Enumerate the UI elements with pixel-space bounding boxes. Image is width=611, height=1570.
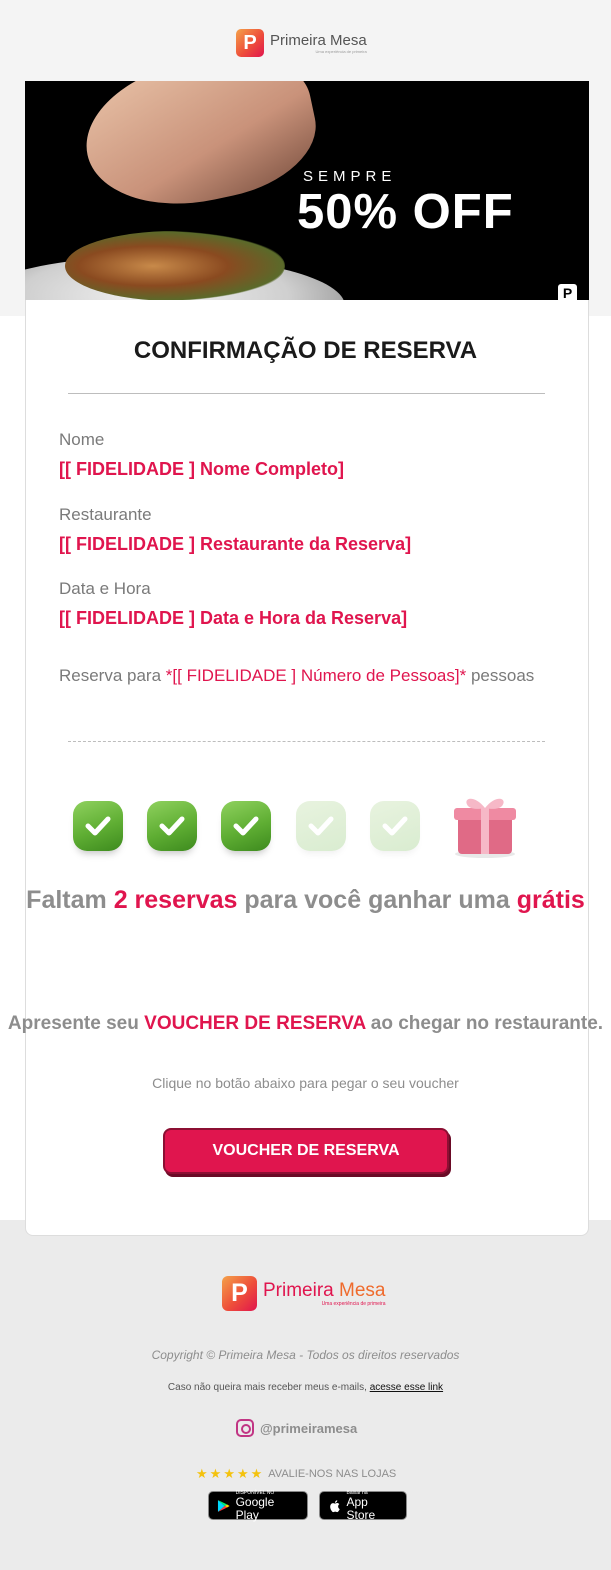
logo-icon: P bbox=[222, 1276, 257, 1311]
voucher-instruction: Apresente seu VOUCHER DE RESERVA ao cheg… bbox=[7, 1013, 604, 1034]
unsubscribe-link[interactable]: acesse esse link bbox=[370, 1382, 443, 1393]
logo-tagline: Uma experiência de primeira bbox=[315, 48, 367, 54]
instagram-icon bbox=[236, 1419, 254, 1437]
restaurant-value: [[ FIDELIDADE ] Restaurante da Reserva] bbox=[59, 534, 412, 554]
reservation-card bbox=[25, 300, 589, 1236]
copyright-text: Copyright © Primeira Mesa - Todos os dir… bbox=[151, 1348, 460, 1362]
google-play-label: Google Play bbox=[235, 1494, 275, 1522]
progress-check-icon bbox=[147, 801, 197, 851]
app-store-label: App Store bbox=[346, 1494, 376, 1522]
datetime-label: Data e Hora bbox=[59, 579, 151, 598]
star-icon: ★ bbox=[223, 1466, 235, 1481]
remaining-count: 2 reservas bbox=[113, 886, 238, 914]
section-divider bbox=[68, 741, 545, 742]
footer-logo-tagline: Uma experiência de primeira bbox=[321, 1301, 386, 1307]
page-title: CONFIRMAÇÃO DE RESERVA bbox=[133, 337, 478, 364]
star-icon: ★ bbox=[250, 1466, 263, 1481]
logo-icon: P bbox=[236, 29, 264, 57]
datetime-value: [[ FIDELIDADE ] Data e Hora da Reserva] bbox=[59, 608, 408, 628]
gift-icon bbox=[454, 798, 516, 858]
star-icon: ★ bbox=[236, 1466, 249, 1481]
voucher-button[interactable]: VOUCHER DE RESERVA bbox=[163, 1128, 449, 1174]
party-size-value: *[[ FIDELIDADE ] Número de Pessoas]* bbox=[165, 666, 467, 685]
restaurant-label: Restaurante bbox=[59, 505, 152, 524]
banner-headline-small: SEMPRE bbox=[303, 168, 397, 185]
instagram-link[interactable]: @primeiramesa bbox=[236, 1419, 357, 1437]
progress-check-icon bbox=[73, 801, 123, 851]
header-logo[interactable]: P Primeira Mesa Uma experiência de prime… bbox=[236, 29, 367, 57]
instagram-handle: @primeiramesa bbox=[260, 1420, 358, 1436]
star-icon: ★ bbox=[209, 1466, 222, 1481]
rating-row: ★ ★ ★ ★ ★ AVALIE-NOS NAS LOJAS bbox=[196, 1466, 396, 1482]
star-icon: ★ bbox=[196, 1466, 208, 1481]
rate-text: AVALIE-NOS NAS LOJAS bbox=[268, 1468, 397, 1480]
logo-name: Primeira Mesa bbox=[270, 31, 367, 49]
banner-food-image bbox=[65, 231, 285, 301]
google-play-icon bbox=[217, 1499, 230, 1512]
banner-hand-image bbox=[72, 81, 328, 224]
banner-headline-large: 50% OFF bbox=[297, 185, 514, 239]
title-divider bbox=[68, 393, 545, 394]
party-size-text: Reserva para *[[ FIDELIDADE ] Número de … bbox=[59, 666, 535, 685]
name-label: Nome bbox=[59, 430, 105, 449]
apple-icon bbox=[330, 1499, 340, 1512]
promo-banner[interactable]: SEMPRE 50% OFF P bbox=[25, 81, 589, 316]
name-value: [[ FIDELIDADE ] Nome Completo] bbox=[59, 459, 344, 479]
footer-logo-name: Primeira Mesa bbox=[263, 1280, 386, 1301]
unsubscribe-text: Caso não queira mais receber meus e-mail… bbox=[167, 1382, 444, 1393]
progress-pending-icon bbox=[296, 801, 346, 851]
footer-logo[interactable]: P Primeira Mesa Uma experiência de prime… bbox=[222, 1276, 385, 1311]
progress-check-icon bbox=[221, 801, 271, 851]
voucher-hint: Clique no botão abaixo para pegar o seu … bbox=[152, 1075, 459, 1091]
google-play-button[interactable]: DISPONÍVEL NO Google Play bbox=[208, 1490, 308, 1522]
progress-pending-icon bbox=[370, 801, 420, 851]
loyalty-progress-text: Faltam 2 reservas para você ganhar uma g… bbox=[26, 886, 585, 914]
app-store-button[interactable]: Baixar na App Store bbox=[319, 1490, 407, 1522]
